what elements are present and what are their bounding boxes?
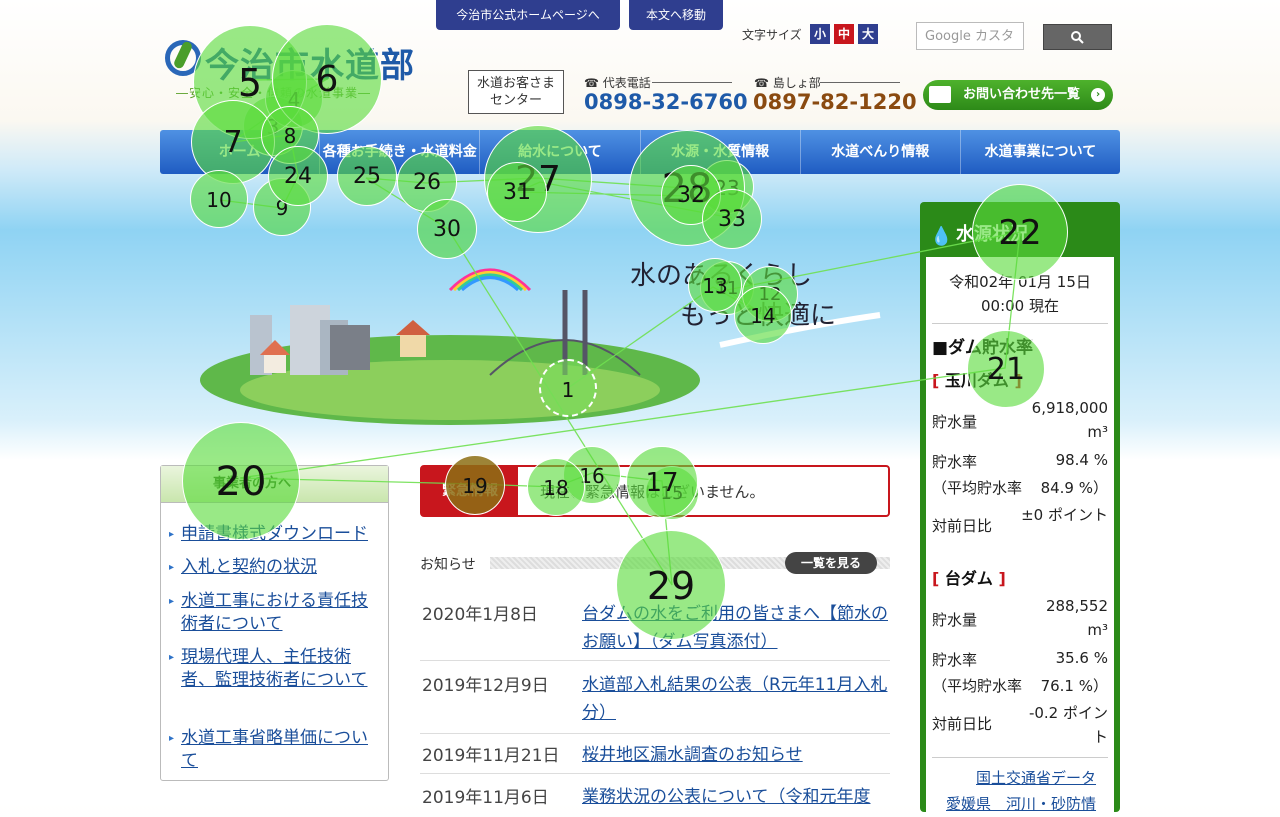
label-diff: 対前日比 bbox=[932, 517, 993, 535]
nav-about[interactable]: 水道事業について bbox=[961, 130, 1120, 174]
water-status-box: 💧 水源状況 令和02年 01月 15日 00:00 現在 ■ダム貯水率 [ 玉… bbox=[920, 202, 1120, 817]
inquiry-list-button[interactable]: お問い合わせ先一覧 › bbox=[923, 80, 1113, 110]
divider bbox=[932, 323, 1108, 324]
inquiry-list-label: お問い合わせ先一覧 bbox=[963, 87, 1081, 102]
search-input[interactable]: Google カスタ bbox=[916, 22, 1024, 50]
news-more-button[interactable]: 一覧を見る bbox=[785, 552, 877, 574]
emergency-text: 現在、緊急情報はございません。 bbox=[540, 483, 765, 501]
label-avg-rate: （平均貯水率 bbox=[932, 479, 1023, 497]
news-title-link[interactable]: 水道部入札結果の公表（R元年11月入札分） bbox=[582, 671, 890, 727]
customer-center-label: 水道お客さま センター bbox=[468, 70, 564, 114]
water-status-title-text: 水源状況 bbox=[956, 224, 1028, 245]
news-item: 2019年12月9日 水道部入札結果の公表（R元年11月入札分） bbox=[420, 671, 890, 734]
phone-icon: ☎ bbox=[754, 76, 769, 90]
news-date: 2019年12月9日 bbox=[422, 676, 549, 696]
divider bbox=[820, 82, 900, 83]
link-mlit-data[interactable]: 国土交通省データ bbox=[976, 767, 1096, 788]
label-volume: 貯水量 bbox=[932, 413, 978, 431]
value-unit: m³ bbox=[1087, 621, 1108, 639]
phone-icon: ☎ bbox=[584, 76, 599, 90]
value-diff: ±0 ポイント bbox=[1021, 506, 1108, 524]
island-phone-label: ☎ 島しょ部 bbox=[754, 74, 821, 91]
center-label-line1: 水道お客さま bbox=[476, 76, 555, 91]
link-bidding-status[interactable]: 入札と契約の状況 bbox=[169, 556, 381, 579]
value-avg-rate-text: 84.9 % bbox=[1040, 479, 1093, 497]
news-heading: お知らせ bbox=[420, 557, 476, 573]
link-unit-price[interactable]: 水道工事省略単価について bbox=[169, 727, 381, 773]
font-size-label: 文字サイズ bbox=[742, 28, 802, 42]
center-label-line2: センター bbox=[489, 93, 542, 108]
hero-catch-line1: 水のあるくらし bbox=[630, 261, 813, 291]
label-volume: 貯水量 bbox=[932, 611, 978, 629]
search-button[interactable] bbox=[1043, 24, 1112, 50]
value-avg-rate-text: 76.1 % bbox=[1040, 677, 1093, 695]
link-application-forms[interactable]: 申請書様式ダウンロード bbox=[169, 523, 381, 546]
nav-water-supply[interactable]: 給水について bbox=[480, 130, 641, 174]
label-rate: 貯水率 bbox=[932, 651, 978, 669]
business-box-title: 事業者の方へ bbox=[161, 466, 388, 503]
site-title[interactable]: 今治市水道部 bbox=[205, 38, 415, 87]
divider bbox=[652, 82, 732, 83]
news-item: 2019年11月6日 業務状況の公表について（令和元年度 bbox=[420, 783, 890, 813]
hero-banner: 水のあるくらし もっと快適に bbox=[160, 175, 890, 445]
nav-home[interactable]: ホーム bbox=[160, 130, 321, 174]
value-rate: 98.4 % bbox=[1055, 451, 1108, 469]
dam-name-text: 台ダム bbox=[944, 569, 993, 588]
skip-to-content-link[interactable]: 本文へ移動 bbox=[629, 0, 723, 30]
news-item: 2020年1月8日 台ダムの水をご利用の皆さまへ【節水のお願い】（ダム写真添付） bbox=[420, 600, 890, 661]
main-phone-label-text: 代表電話 bbox=[602, 76, 651, 90]
value-avg-rate: 76.1 %） bbox=[1040, 677, 1108, 695]
label-rate: 貯水率 bbox=[932, 453, 978, 471]
hero-catch-line2: もっと快適に bbox=[680, 301, 837, 331]
emergency-info-box: 緊急情報 現在、緊急情報はございません。 bbox=[420, 465, 890, 517]
divider bbox=[932, 757, 1108, 758]
font-size-medium-button[interactable]: 中 bbox=[834, 24, 854, 44]
site-subtitle: ―安心・安全・信頼の水道事業― bbox=[176, 86, 372, 100]
news-item: 2019年11月21日 桜井地区漏水調査のお知らせ bbox=[420, 741, 890, 774]
mail-icon bbox=[929, 86, 951, 103]
water-status-title: 💧 水源状況 bbox=[920, 202, 1120, 257]
island-phone-label-text: 島しょ部 bbox=[772, 76, 821, 90]
font-size-small-button[interactable]: 小 bbox=[810, 24, 830, 44]
value-rate: 35.6 % bbox=[1055, 649, 1108, 667]
news-date: 2019年11月6日 bbox=[422, 788, 549, 808]
logo-mark-icon[interactable] bbox=[165, 40, 201, 76]
search-icon bbox=[1071, 31, 1084, 44]
dam-rate-heading: ■ダム貯水率 bbox=[932, 338, 1034, 358]
nav-procedures[interactable]: 各種お手続き・水道料金 bbox=[320, 130, 481, 174]
link-ehime-river[interactable]: 愛媛県 河川・砂防情 bbox=[946, 793, 1096, 814]
news-date: 2020年1月8日 bbox=[422, 605, 538, 625]
status-time: 00:00 現在 bbox=[981, 297, 1059, 315]
official-site-link[interactable]: 今治市公式ホームページへ bbox=[436, 0, 620, 30]
value-avg-rate: 84.9 %） bbox=[1040, 479, 1108, 497]
link-chief-engineer[interactable]: 水道工事における責任技術者について bbox=[169, 590, 381, 636]
news-title-link[interactable]: 桜井地区漏水調査のお知らせ bbox=[582, 741, 890, 769]
status-date: 令和02年 01月 15日 bbox=[949, 273, 1091, 291]
value-volume: 6,918,000 bbox=[1031, 399, 1108, 417]
font-size-large-button[interactable]: 大 bbox=[858, 24, 878, 44]
business-box: 事業者の方へ 申請書様式ダウンロード 入札と契約の状況 水道工事における責任技術… bbox=[160, 465, 389, 781]
main-phone-number: 0898-32-6760 bbox=[584, 90, 748, 114]
global-nav: ホーム 各種お手続き・水道料金 給水について 水源・水質情報 水道べんり情報 水… bbox=[160, 130, 1120, 174]
nav-water-source[interactable]: 水源・水質情報 bbox=[641, 130, 801, 174]
water-status-content: 令和02年 01月 15日 00:00 現在 ■ダム貯水率 [ 玉川ダム ] 貯… bbox=[926, 257, 1114, 817]
main-phone-label: ☎ 代表電話 bbox=[584, 74, 651, 91]
nav-useful-info[interactable]: 水道べんり情報 bbox=[801, 130, 961, 174]
dam-name-dai: [ 台ダム ] bbox=[932, 569, 1006, 588]
island-phone-number: 0897-82-1220 bbox=[753, 90, 917, 114]
news-title-link[interactable]: 業務状況の公表について（令和元年度 bbox=[582, 783, 890, 811]
value-volume: 288,552 bbox=[1045, 597, 1108, 615]
news-date: 2019年11月21日 bbox=[422, 746, 560, 766]
label-avg-rate: （平均貯水率 bbox=[932, 677, 1023, 695]
arrow-right-icon: › bbox=[1091, 88, 1105, 102]
value-diff: -0.2 ポイント bbox=[1028, 704, 1108, 746]
dam-name-text: 玉川ダム bbox=[944, 371, 1009, 390]
dam-name-tamagawa: [ 玉川ダム ] bbox=[932, 371, 1022, 390]
label-diff: 対前日比 bbox=[932, 715, 993, 733]
emergency-label: 緊急情報 bbox=[422, 467, 518, 515]
link-site-agent[interactable]: 現場代理人、主任技術者、監理技術者について bbox=[169, 646, 381, 692]
value-unit: m³ bbox=[1087, 423, 1108, 441]
news-title-link[interactable]: 台ダムの水をご利用の皆さまへ【節水のお願い】（ダム写真添付） bbox=[582, 600, 890, 656]
